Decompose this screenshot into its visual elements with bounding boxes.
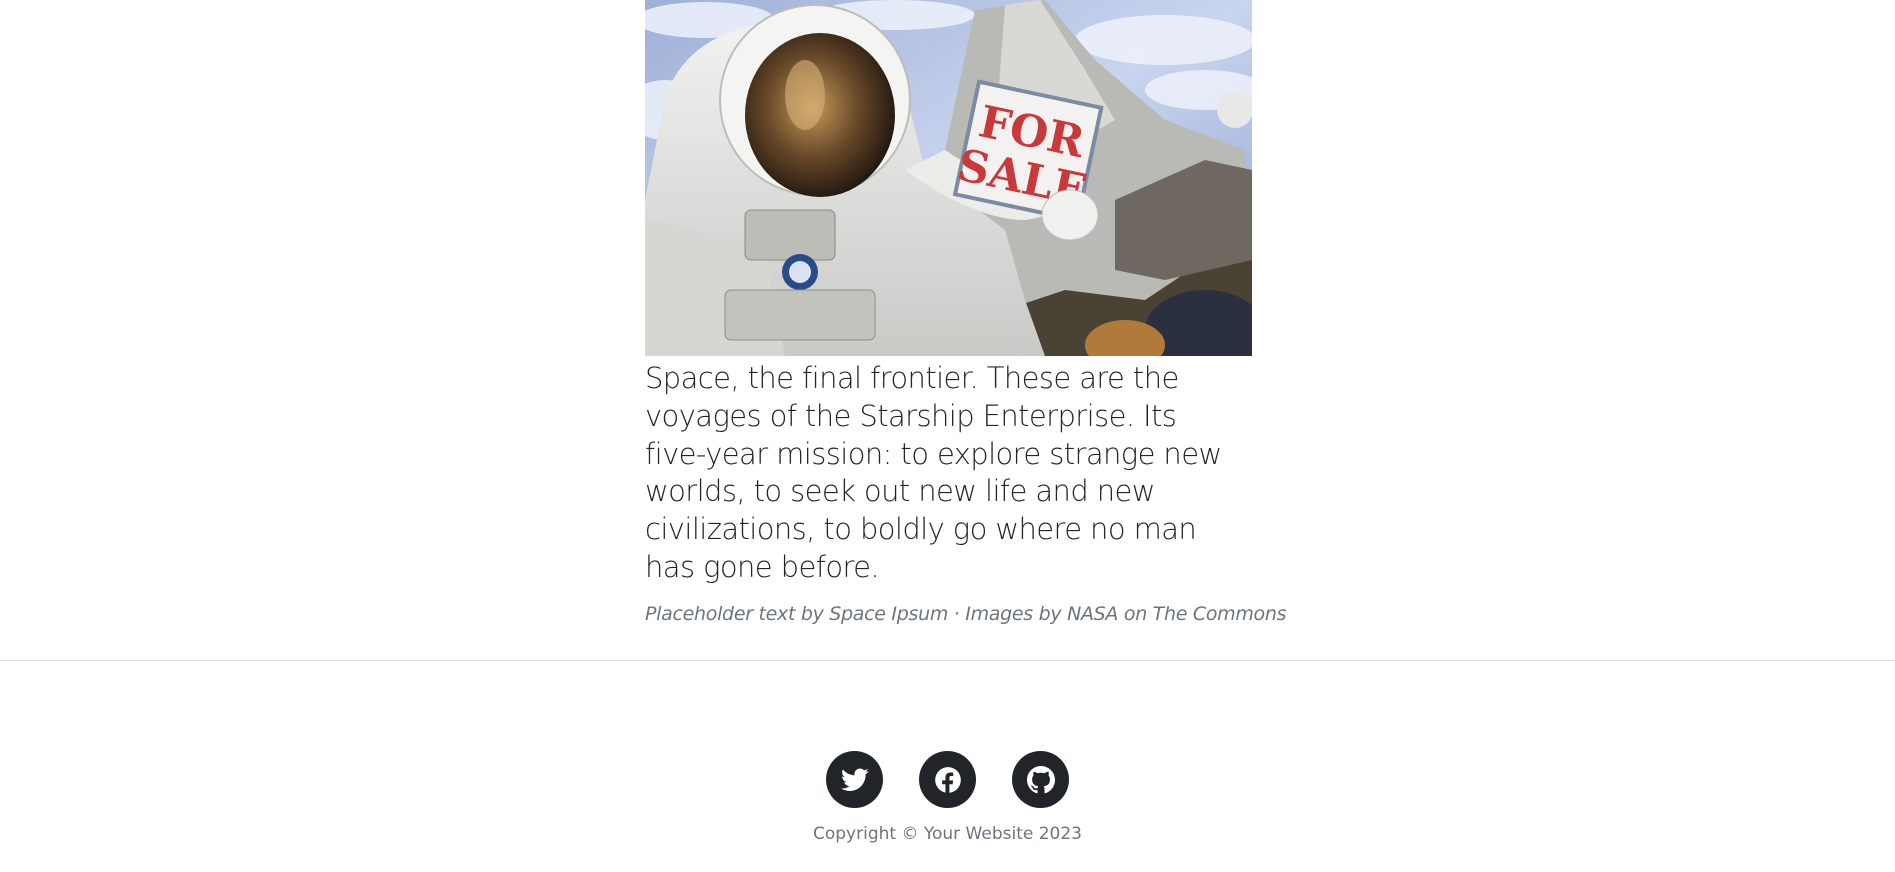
social-links [0,751,1895,808]
footer-divider [0,660,1895,661]
copyright-text: Copyright © Your Website 2023 [812,824,1082,844]
image-credits: Placeholder text by Space Ipsum · Images… [645,602,1287,625]
facebook-button[interactable] [919,751,976,808]
nasa-commons-link[interactable]: NASA on The Commons [1067,603,1286,625]
twitter-icon [840,767,869,791]
article-body: Space, the final frontier. These are the… [645,361,1222,584]
github-icon [1026,765,1055,793]
astronaut-image: FOR SALE [645,0,1252,356]
facebook-icon [934,766,961,794]
space-ipsum-link[interactable]: Space Ipsum [829,603,948,625]
article-content: FOR SALE Space, the final frontier. Thes… [645,0,1287,625]
twitter-button[interactable] [826,751,883,808]
github-button[interactable] [1012,751,1069,808]
